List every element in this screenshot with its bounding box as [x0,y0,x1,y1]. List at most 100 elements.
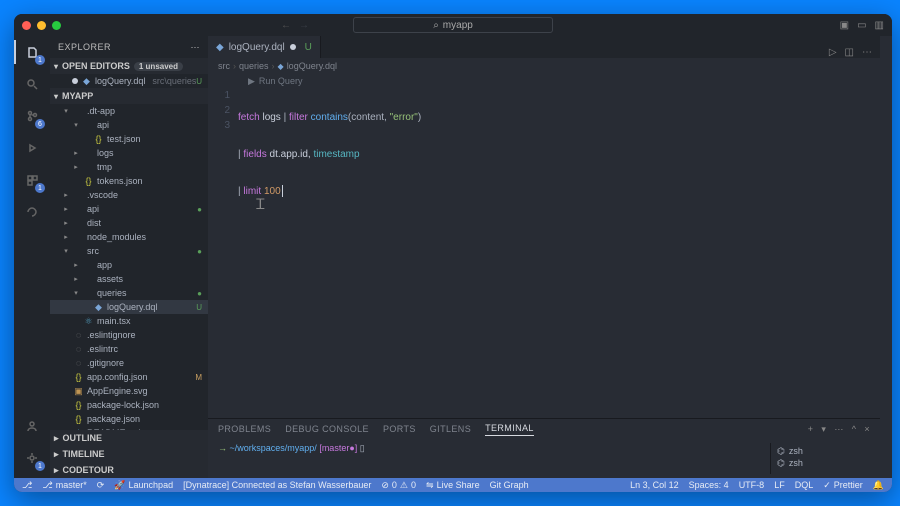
sb-gitgraph[interactable]: Git Graph [490,480,529,490]
command-center[interactable]: ⌕ myapp [353,17,553,33]
breadcrumb-item[interactable]: queries [239,61,269,71]
bottom-panel: PROBLEMS DEBUG CONSOLE PORTS GITLENS TER… [208,418,880,478]
file-tree-item[interactable]: ▾src● [50,244,208,258]
file-label: .vscode [87,190,118,200]
panel-maximize-icon[interactable]: ^ [852,424,857,435]
file-icon: ◆ [93,302,104,313]
sb-branch[interactable]: ⎇master* [42,480,86,491]
file-tree-item[interactable]: ▸logs [50,146,208,160]
file-tree-item[interactable]: ▸dist [50,216,208,230]
file-tree-item[interactable]: iREADME.md [50,426,208,430]
layout-customize-icon[interactable]: ▥ [875,20,884,31]
terminal-instance[interactable]: ⌬zsh [777,445,864,457]
activity-settings[interactable]: 1 [22,448,42,468]
editor-tab[interactable]: ◆ logQuery.dql U [208,36,321,58]
chevron-down-icon[interactable]: ▾ [821,424,826,435]
section-open-editors[interactable]: ▾ OPEN EDITORS 1 unsaved [50,58,208,74]
panel-tab-problems[interactable]: PROBLEMS [218,424,271,434]
panel-close-icon[interactable]: × [864,424,870,435]
chevron-icon: ▾ [62,247,70,255]
panel-tab-debug[interactable]: DEBUG CONSOLE [285,424,369,434]
open-editor-path: src\queries [152,76,196,86]
file-tree-item[interactable]: ▸tmp [50,160,208,174]
panel-toggle-icon[interactable]: ▭ [857,20,866,31]
file-tree-item[interactable]: ▸api● [50,202,208,216]
terminal-body[interactable]: → ~/workspaces/myapp/ [master●] ▯ ⌬zsh ⌬… [208,439,880,478]
file-label: app [97,260,112,270]
file-tree-item[interactable]: {}package.json [50,412,208,426]
file-tree-item[interactable]: {}app.config.jsonM [50,370,208,384]
activity-extensions[interactable]: 1 [22,170,42,190]
unsaved-badge: 1 unsaved [134,62,183,71]
section-timeline[interactable]: ▸TIMELINE [50,446,208,462]
layout-toggle-icon[interactable]: ▣ [840,20,849,31]
explorer-badge: 1 [35,55,45,65]
file-tree-item[interactable]: ▾api [50,118,208,132]
sb-sync[interactable]: ⟳ [97,480,105,491]
file-tree-item[interactable]: ▸app [50,258,208,272]
run-icon[interactable]: ▷ [829,47,837,58]
file-tree-item[interactable]: {}test.json [50,132,208,146]
text-cursor [282,185,283,197]
file-tree-item[interactable]: ◌.gitignore [50,356,208,370]
mouse-text-cursor-icon: Ꮖ [256,196,265,213]
file-tree-item[interactable]: ▾.dt-app [50,104,208,118]
file-tree-item[interactable]: ▣AppEngine.svg [50,384,208,398]
breadcrumb-item[interactable]: logQuery.dql [287,61,337,71]
file-tree-item[interactable]: ◆logQuery.dqlU [50,300,208,314]
sb-prettier[interactable]: ✓Prettier [823,480,863,491]
breadcrumb-item[interactable]: src [218,61,230,71]
section-outline[interactable]: ▸OUTLINE [50,430,208,446]
file-tree-item[interactable]: ▾queries● [50,286,208,300]
file-tree-item[interactable]: ◌.eslintignore [50,328,208,342]
activity-scm[interactable]: 6 [22,106,42,126]
file-tree-item[interactable]: ▸.vscode [50,188,208,202]
sb-liveshare[interactable]: ⇋Live Share [426,480,480,491]
sidebar-more-icon[interactable]: ⋯ [191,42,201,53]
file-tree-item[interactable]: {}tokens.json [50,174,208,188]
minimize-window-icon[interactable] [37,21,46,30]
section-codetour[interactable]: ▸CODETOUR [50,462,208,478]
file-tree-item[interactable]: ◌.eslintrc [50,342,208,356]
sync-icon: ⟳ [97,480,105,491]
error-icon: ⊘ [381,480,389,491]
file-status: U [196,303,202,312]
activity-search[interactable] [22,74,42,94]
sb-cursor-pos[interactable]: Ln 3, Col 12 [630,480,679,491]
tab-more-icon[interactable]: ⋯ [862,47,872,58]
panel-add-icon[interactable]: + [808,424,814,435]
activity-explorer[interactable]: 1 [22,42,42,62]
file-tree-item[interactable]: ▸node_modules [50,230,208,244]
panel-tab-ports[interactable]: PORTS [383,424,416,434]
maximize-window-icon[interactable] [52,21,61,30]
sb-remote[interactable]: ⎇ [22,480,32,491]
panel-tab-gitlens[interactable]: GITLENS [430,424,471,434]
split-editor-icon[interactable]: ◫ [845,47,854,58]
activity-account[interactable] [22,416,42,436]
file-tree-item[interactable]: {}package-lock.json [50,398,208,412]
nav-back-icon[interactable]: ← [281,20,291,31]
activity-dynatrace[interactable] [22,202,42,222]
sb-errors[interactable]: ⊘0 ⚠0 [381,480,416,491]
sb-encoding[interactable]: UTF-8 [739,480,765,491]
file-tree-item[interactable]: ⚛main.tsx [50,314,208,328]
open-editor-item[interactable]: ◆ logQuery.dql src\queries U [50,74,208,88]
sb-spaces[interactable]: Spaces: 4 [689,480,729,491]
close-window-icon[interactable] [22,21,31,30]
sb-bell[interactable]: 🔔 [873,480,884,491]
section-project[interactable]: ▾ MYAPP [50,88,208,104]
terminal-instance[interactable]: ⌬zsh [777,457,864,469]
sb-dynatrace[interactable]: [Dynatrace] Connected as Stefan Wasserba… [183,480,371,490]
nav-forward-icon[interactable]: → [299,20,309,31]
code-editor[interactable]: 1 2 3 fetch logs | filter contains(conte… [208,88,880,418]
breadcrumbs[interactable]: src› queries› ◆ logQuery.dql [208,58,880,74]
activity-debug[interactable] [22,138,42,158]
panel-tab-terminal[interactable]: TERMINAL [485,423,534,436]
file-tree-item[interactable]: ▸assets [50,272,208,286]
sb-language[interactable]: DQL [795,480,814,491]
codelens[interactable]: ▶ Run Query [208,74,880,88]
sb-launchpad[interactable]: 🚀Launchpad [114,480,173,491]
panel-more-icon[interactable]: ⋯ [834,424,843,435]
account-icon [26,420,38,432]
sb-eol[interactable]: LF [774,480,785,491]
